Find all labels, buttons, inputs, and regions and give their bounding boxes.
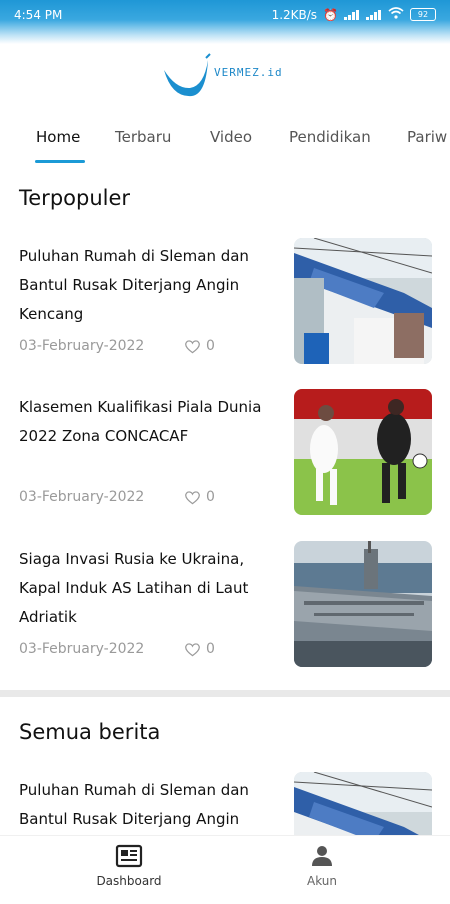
section-divider xyxy=(0,690,450,697)
section-title-all-news: Semua berita xyxy=(19,720,161,744)
heart-icon xyxy=(185,490,200,504)
battery-icon: 92 xyxy=(410,8,436,21)
nav-akun[interactable]: Akun xyxy=(262,844,382,888)
tab-pariwisata[interactable]: Pariw xyxy=(407,128,447,146)
news-card[interactable]: Klasemen Kualifikasi Piala Dunia 2022 Zo… xyxy=(0,389,450,521)
heart-icon xyxy=(185,642,200,656)
wifi-icon xyxy=(388,7,404,22)
heart-icon xyxy=(185,339,200,353)
section-title-popular: Terpopuler xyxy=(19,186,131,210)
like-button[interactable]: 0 xyxy=(184,641,215,657)
alarm-icon: ⏰ xyxy=(323,7,338,22)
like-button[interactable]: 0 xyxy=(184,338,215,354)
signal-icon xyxy=(366,9,382,20)
vermez-logo xyxy=(164,53,211,97)
brand-name: VERMEZ.id xyxy=(214,66,283,79)
like-count: 0 xyxy=(206,641,215,657)
news-date: 03-February-2022 xyxy=(19,641,145,657)
news-thumbnail[interactable] xyxy=(294,389,432,515)
signal-icon xyxy=(344,9,360,20)
like-button[interactable]: 0 xyxy=(184,489,215,505)
active-tab-indicator xyxy=(35,160,85,163)
person-icon xyxy=(312,846,332,866)
bottom-navigation: Dashboard Akun xyxy=(0,835,450,901)
status-bar: 4:54 PM 1.2KB/s ⏰ 92 xyxy=(0,0,450,44)
aircraft-carrier-photo xyxy=(294,541,432,667)
news-title[interactable]: Klasemen Kualifikasi Piala Dunia 2022 Zo… xyxy=(19,393,277,451)
damaged-roof-photo xyxy=(294,238,432,364)
football-match-photo xyxy=(294,389,432,515)
status-time: 4:54 PM xyxy=(14,8,63,22)
tab-terbaru[interactable]: Terbaru xyxy=(115,128,171,146)
news-date: 03-February-2022 xyxy=(19,338,145,354)
network-speed: 1.2KB/s xyxy=(271,7,318,22)
nav-akun-label: Akun xyxy=(307,874,337,888)
tab-home[interactable]: Home xyxy=(36,128,80,146)
news-title[interactable]: Puluhan Rumah di Sleman dan Bantul Rusak… xyxy=(19,242,277,329)
category-tabs: Home Terbaru Video Pendidikan Pariw xyxy=(0,112,450,164)
nav-dashboard-label: Dashboard xyxy=(96,874,162,888)
news-card[interactable]: Puluhan Rumah di Sleman dan Bantul Rusak… xyxy=(0,238,450,370)
nav-dashboard[interactable]: Dashboard xyxy=(69,844,189,888)
tab-pendidikan[interactable]: Pendidikan xyxy=(289,128,371,146)
newspaper-icon xyxy=(115,844,143,868)
news-card[interactable]: Siaga Invasi Rusia ke Ukraina, Kapal Ind… xyxy=(0,541,450,673)
news-date: 03-February-2022 xyxy=(19,489,145,505)
like-count: 0 xyxy=(206,338,215,354)
like-count: 0 xyxy=(206,489,215,505)
news-thumbnail[interactable] xyxy=(294,238,432,364)
news-title[interactable]: Siaga Invasi Rusia ke Ukraina, Kapal Ind… xyxy=(19,545,277,632)
news-thumbnail[interactable] xyxy=(294,541,432,667)
status-indicators: 1.2KB/s ⏰ 92 xyxy=(272,7,436,22)
app-header: VERMEZ.id xyxy=(0,44,450,110)
tab-video[interactable]: Video xyxy=(210,128,252,146)
